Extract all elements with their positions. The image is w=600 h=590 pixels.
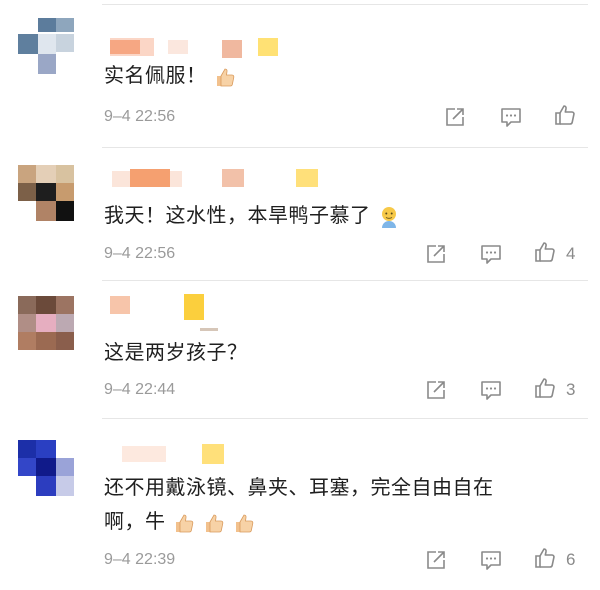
comment-timestamp: 9–4 22:44 xyxy=(104,381,176,398)
thumbs-up-outline-icon xyxy=(535,378,555,398)
comment-icon xyxy=(501,108,521,127)
avatar[interactable] xyxy=(18,18,74,74)
comment-timestamp: 9–4 22:56 xyxy=(104,245,176,262)
comment-divider xyxy=(102,418,588,419)
comment-text-content: 我天！这水性，本旱鸭子慕了 xyxy=(104,203,371,227)
username[interactable] xyxy=(104,444,234,468)
share-button[interactable] xyxy=(425,549,447,571)
like-count: 4 xyxy=(566,244,576,263)
thumbs-up-outline-icon xyxy=(555,105,575,125)
thumbs-up-outline-icon xyxy=(535,548,555,568)
comment-text: 这是两岁孩子？ xyxy=(104,335,574,369)
thumbs-up-icon xyxy=(232,511,256,535)
thumbs-up-icon xyxy=(202,511,226,535)
comment-text: 实名佩服！ xyxy=(104,58,574,92)
username[interactable] xyxy=(104,294,244,331)
share-button[interactable] xyxy=(425,243,447,265)
like-button[interactable] xyxy=(554,104,576,126)
username[interactable] xyxy=(104,165,344,189)
comment-divider xyxy=(102,280,588,281)
like-count: 6 xyxy=(566,550,576,569)
comment-text-line-2: 啊，牛 xyxy=(104,509,166,533)
share-icon xyxy=(446,108,464,126)
like-button[interactable] xyxy=(534,547,556,569)
comment-text: 还不用戴泳镜、鼻夹、耳塞，完全自由自在 啊，牛 xyxy=(104,470,574,538)
comment-divider xyxy=(102,147,588,148)
comment-text: 我天！这水性，本旱鸭子慕了 xyxy=(104,198,574,232)
comment-text-line-1: 还不用戴泳镜、鼻夹、耳塞，完全自由自在 xyxy=(104,475,494,499)
reply-button[interactable] xyxy=(480,379,502,401)
comment-text-content: 实名佩服！ xyxy=(104,63,207,87)
share-icon xyxy=(427,245,445,263)
reply-button[interactable] xyxy=(500,106,522,128)
like-button[interactable] xyxy=(534,377,556,399)
share-button[interactable] xyxy=(444,106,466,128)
reply-button[interactable] xyxy=(480,243,502,265)
comment-timestamp: 9–4 22:56 xyxy=(104,108,176,125)
comment-timestamp: 9–4 22:39 xyxy=(104,551,176,568)
thumbs-up-outline-icon xyxy=(535,242,555,262)
thumbs-up-icon xyxy=(213,65,237,89)
share-icon xyxy=(427,381,445,399)
reply-button[interactable] xyxy=(480,549,502,571)
share-button[interactable] xyxy=(425,379,447,401)
avatar[interactable] xyxy=(18,296,74,352)
envy-face-icon xyxy=(377,205,401,229)
comment-icon xyxy=(481,381,501,400)
avatar[interactable] xyxy=(18,440,74,496)
like-button[interactable] xyxy=(534,241,556,263)
comment-text-content: 这是两岁孩子？ xyxy=(104,340,248,364)
like-count: 3 xyxy=(566,380,576,399)
thumbs-up-icon xyxy=(172,511,196,535)
share-icon xyxy=(427,551,445,569)
comment-icon xyxy=(481,245,501,264)
comment-icon xyxy=(481,551,501,570)
top-divider xyxy=(102,4,588,5)
avatar[interactable] xyxy=(18,165,74,221)
